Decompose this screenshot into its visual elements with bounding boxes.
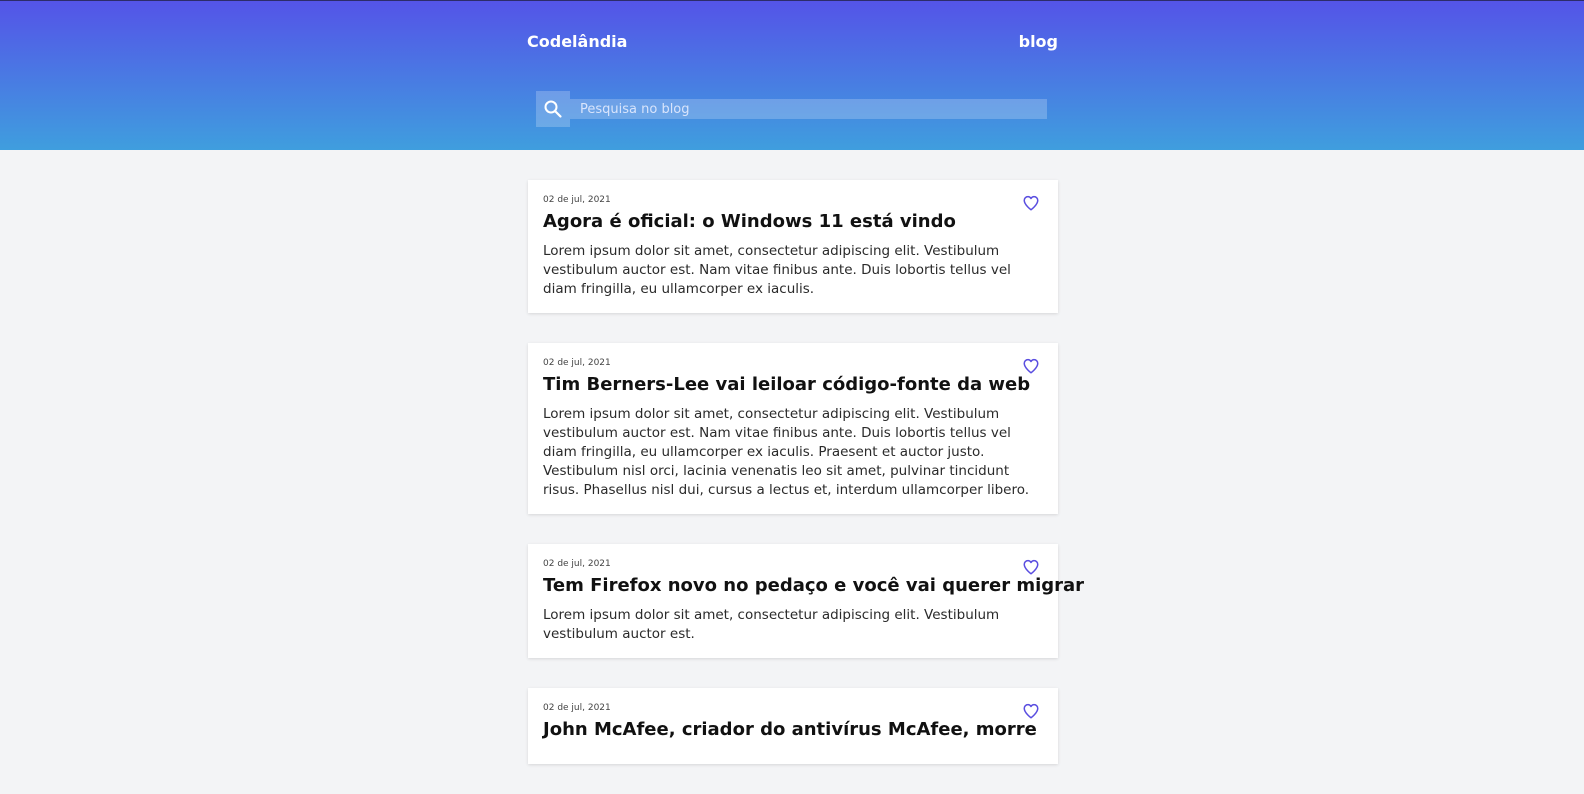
post-title[interactable]: Tem Firefox novo no pedaço e você vai qu… xyxy=(543,574,1084,598)
post-title[interactable]: Agora é oficial: o Windows 11 está vindo xyxy=(543,210,1043,234)
post-date: 02 de jul, 2021 xyxy=(543,358,611,368)
search-icon xyxy=(544,100,562,118)
post-excerpt: Lorem ipsum dolor sit amet, consectetur … xyxy=(543,607,1000,642)
post-card[interactable]: 02 de jul, 2021 John McAfee, criador do … xyxy=(528,688,1058,764)
post-title[interactable]: Tim Berners-Lee vai leiloar código-fonte… xyxy=(543,373,1043,397)
brand-logo[interactable]: Codelândia xyxy=(527,32,627,51)
post-list: 02 de jul, 2021 Agora é oficial: o Windo… xyxy=(528,180,1084,794)
post-card[interactable]: 02 de jul, 2021 Tem Firefox novo no peda… xyxy=(528,544,1084,658)
post-date: 02 de jul, 2021 xyxy=(543,703,611,713)
heart-icon[interactable] xyxy=(1022,357,1040,375)
search-input[interactable] xyxy=(570,99,1047,119)
heart-icon[interactable] xyxy=(1022,558,1040,576)
post-excerpt: Lorem ipsum dolor sit amet, consectetur … xyxy=(543,243,1011,297)
post-date: 02 de jul, 2021 xyxy=(543,559,611,569)
post-title[interactable]: John McAfee, criador do antivírus McAfee… xyxy=(543,718,1043,742)
header: Codelândia blog xyxy=(0,0,1584,150)
search-bar xyxy=(536,91,1051,127)
search-button[interactable] xyxy=(536,91,570,127)
heart-icon[interactable] xyxy=(1022,194,1040,212)
post-date: 02 de jul, 2021 xyxy=(543,195,611,205)
post-excerpt: Lorem ipsum dolor sit amet, consectetur … xyxy=(543,406,1030,498)
post-card[interactable]: 02 de jul, 2021 Tim Berners-Lee vai leil… xyxy=(528,343,1058,514)
nav-blog-link[interactable]: blog xyxy=(1019,32,1058,51)
heart-icon[interactable] xyxy=(1022,702,1040,720)
post-card[interactable]: 02 de jul, 2021 Agora é oficial: o Windo… xyxy=(528,180,1058,313)
